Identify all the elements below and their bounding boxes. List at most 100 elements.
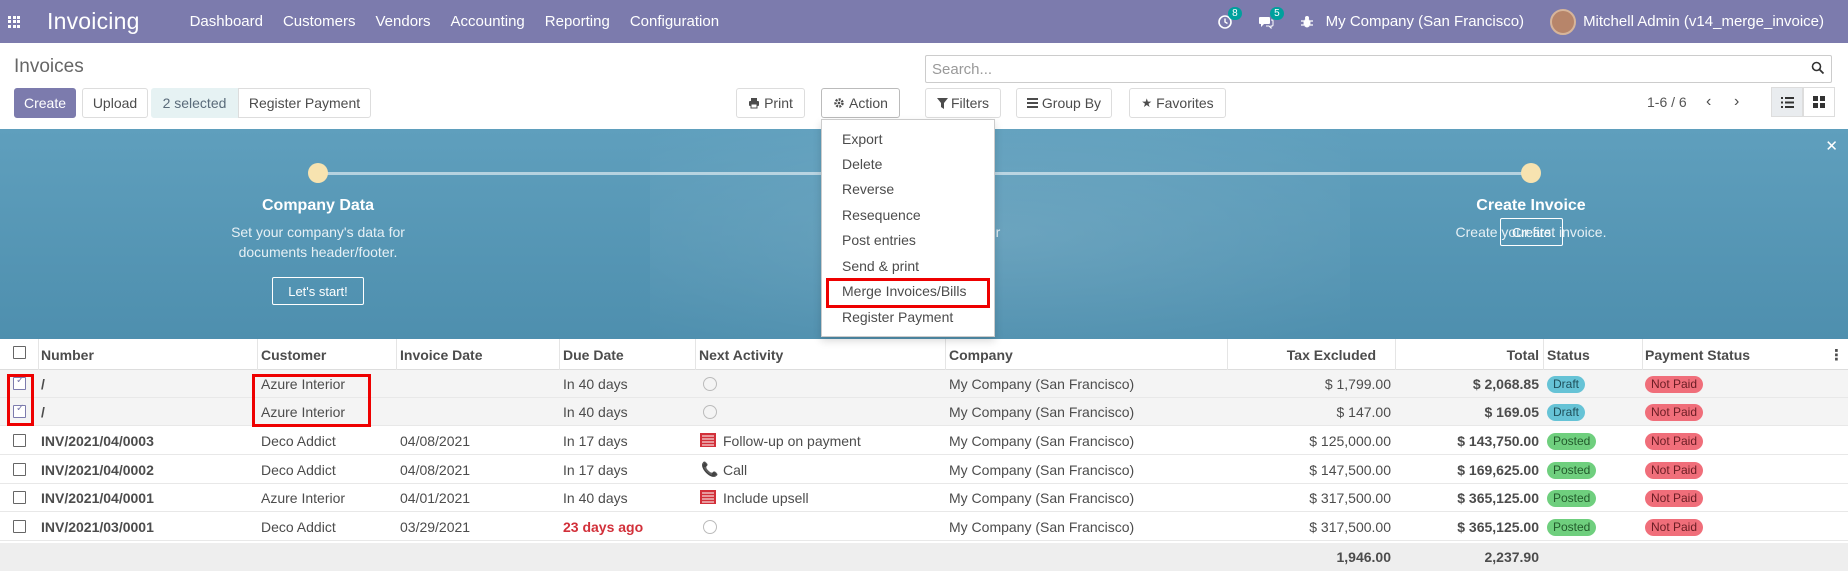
upload-button[interactable]: Upload	[82, 88, 148, 118]
tax-excluded: $ 147,500.00	[1309, 462, 1391, 478]
table-row[interactable]: INV/2021/04/0001 Azure Interior 04/01/20…	[0, 484, 1848, 512]
close-icon[interactable]: ✕	[1825, 137, 1838, 155]
messages-button[interactable]: 5	[1258, 6, 1284, 29]
action-button[interactable]: Action	[821, 88, 900, 118]
debug-button[interactable]	[1300, 15, 1314, 29]
table-totals-row: 1,946.00 2,237.90	[0, 543, 1848, 571]
create-invoice-button[interactable]: Create	[1500, 218, 1563, 246]
table-header: Number Customer Invoice Date Due Date Ne…	[0, 339, 1848, 370]
search-icon[interactable]	[1811, 61, 1825, 75]
search-input[interactable]: Search...	[925, 55, 1832, 83]
company-name: My Company (San Francisco)	[949, 490, 1135, 506]
print-button[interactable]: Print	[736, 88, 805, 118]
table-row[interactable]: INV/2021/04/0003 Deco Addict 04/08/2021 …	[0, 427, 1848, 455]
lets-start-button[interactable]: Let's start!	[272, 277, 364, 305]
status-badge: Posted	[1547, 433, 1597, 450]
menu-accounting[interactable]: Accounting	[441, 13, 535, 30]
register-payment-button[interactable]: Register Payment	[238, 88, 371, 118]
next-activity: Follow-up on payment	[723, 433, 861, 449]
bug-icon	[1300, 15, 1313, 27]
menu-dashboard[interactable]: Dashboard	[180, 13, 273, 30]
pager-previous-icon[interactable]: ‹	[1706, 93, 1711, 111]
select-all-checkbox[interactable]	[13, 346, 26, 359]
due-date: In 40 days	[563, 404, 628, 420]
checkbox-highlight-box	[7, 374, 34, 426]
filters-button[interactable]: Filters	[925, 88, 1001, 118]
col-customer[interactable]: Customer	[261, 347, 326, 363]
print-label: Print	[764, 95, 793, 111]
col-due-date[interactable]: Due Date	[563, 347, 624, 363]
app-brand[interactable]: Invoicing	[47, 8, 140, 35]
kanban-view-button[interactable]	[1803, 87, 1835, 117]
email-list-icon[interactable]	[700, 433, 716, 447]
due-date: In 40 days	[563, 490, 628, 506]
due-date: In 40 days	[563, 376, 628, 392]
menu-item-send-print[interactable]: Send & print	[842, 258, 919, 274]
action-label: Action	[849, 95, 888, 111]
phone-icon[interactable]: 📞	[701, 461, 718, 477]
step-dot-invoice	[1521, 163, 1541, 183]
menu-reporting[interactable]: Reporting	[535, 13, 620, 30]
menu-item-delete[interactable]: Delete	[842, 156, 882, 172]
total-amount: 2,237.90	[1484, 549, 1540, 565]
total: $ 365,125.00	[1457, 519, 1539, 535]
menu-item-register-payment[interactable]: Register Payment	[842, 309, 953, 325]
status-badge: Draft	[1547, 404, 1586, 421]
menu-item-resequence[interactable]: Resequence	[842, 207, 921, 223]
favorites-label: Favorites	[1156, 95, 1214, 111]
apps-menu-icon[interactable]	[0, 0, 28, 43]
activity-button[interactable]: 8	[1217, 6, 1242, 29]
customer-name: Deco Addict	[261, 519, 336, 535]
col-status[interactable]: Status	[1547, 347, 1590, 363]
user-menu[interactable]: Mitchell Admin (v14_merge_invoice)	[1550, 8, 1824, 35]
menu-configuration[interactable]: Configuration	[620, 13, 729, 30]
col-total[interactable]: Total	[1398, 347, 1539, 363]
pager-next-icon[interactable]: ›	[1734, 93, 1739, 111]
step-dot-company	[308, 163, 328, 183]
row-checkbox[interactable]	[13, 491, 26, 504]
total-tax-excluded: 1,946.00	[1336, 549, 1392, 565]
menu-vendors[interactable]: Vendors	[366, 13, 441, 30]
step-company-title: Company Data	[261, 197, 375, 214]
next-activity: Include upsell	[723, 490, 809, 506]
status-badge: Draft	[1547, 376, 1586, 393]
menu-item-export[interactable]: Export	[842, 131, 882, 147]
favorites-button[interactable]: ★ Favorites	[1129, 88, 1226, 118]
table-row[interactable]: INV/2021/04/0002 Deco Addict 04/08/2021 …	[0, 456, 1848, 484]
col-company[interactable]: Company	[949, 347, 1013, 363]
invoice-date: 04/01/2021	[400, 490, 471, 506]
invoice-number: /	[41, 404, 45, 420]
optional-columns-icon[interactable]: ⋮	[1829, 346, 1844, 364]
selected-count: 2 selected	[151, 88, 238, 118]
table-row[interactable]: INV/2021/03/0001 Deco Addict 03/29/2021 …	[0, 513, 1848, 541]
menu-item-reverse[interactable]: Reverse	[842, 181, 894, 197]
col-tax-excluded[interactable]: Tax Excluded	[1230, 347, 1376, 363]
row-checkbox[interactable]	[13, 520, 26, 533]
invoice-date: 03/29/2021	[400, 519, 471, 535]
col-payment-status[interactable]: Payment Status	[1645, 347, 1750, 363]
step-invoice-title: Create Invoice	[1476, 197, 1586, 214]
col-next-activity[interactable]: Next Activity	[699, 347, 783, 363]
col-number[interactable]: Number	[41, 347, 94, 363]
row-checkbox[interactable]	[13, 434, 26, 447]
pager-value[interactable]: 1-6 / 6	[1647, 94, 1687, 110]
row-checkbox[interactable]	[13, 463, 26, 476]
company-switcher[interactable]: My Company (San Francisco)	[1326, 13, 1524, 30]
clock-icon[interactable]	[703, 520, 717, 534]
menu-customers[interactable]: Customers	[273, 13, 366, 30]
create-button[interactable]: Create	[14, 88, 76, 118]
payment-status-badge: Not Paid	[1645, 433, 1704, 450]
list-view-button[interactable]	[1771, 87, 1803, 117]
company-name: My Company (San Francisco)	[949, 519, 1135, 535]
group-by-button[interactable]: Group By	[1016, 88, 1112, 118]
email-list-icon[interactable]	[700, 490, 716, 504]
company-name: My Company (San Francisco)	[949, 404, 1135, 420]
list-icon	[1026, 98, 1038, 108]
col-invoice-date[interactable]: Invoice Date	[400, 347, 482, 363]
clock-icon[interactable]	[703, 405, 717, 419]
list-view-icon	[1780, 96, 1794, 108]
clock-icon[interactable]	[703, 377, 717, 391]
payment-status-badge: Not Paid	[1645, 490, 1704, 507]
company-name: My Company (San Francisco)	[949, 376, 1135, 392]
menu-item-post-entries[interactable]: Post entries	[842, 232, 916, 248]
